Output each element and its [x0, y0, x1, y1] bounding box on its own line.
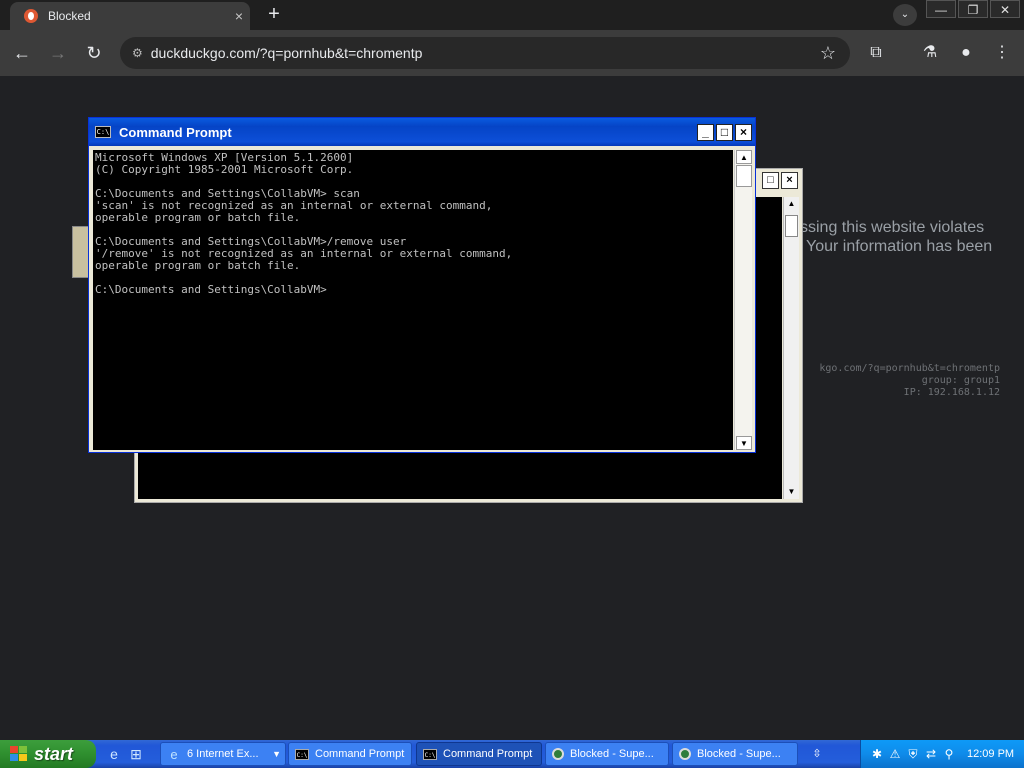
network-tray-icon[interactable]: ⇄: [923, 746, 939, 762]
address-bar[interactable]: ⚙ duckduckgo.com/?q=pornhub&t=chromentp …: [120, 37, 850, 69]
taskbar-button-label: Command Prompt: [443, 748, 533, 760]
tab-blocked[interactable]: Blocked ×: [10, 2, 250, 30]
cmd-scroll-up[interactable]: ▲: [736, 150, 752, 164]
bg-scroll-up[interactable]: ▲: [784, 197, 799, 211]
start-button[interactable]: start: [0, 740, 96, 768]
restore-button[interactable]: ❐: [958, 0, 988, 18]
profile-icon[interactable]: ●: [954, 42, 978, 66]
taskbar-button-label: Blocked - Supe...: [570, 748, 654, 760]
bg-scroll-thumb[interactable]: [785, 215, 798, 237]
quick-launch: e ⊞: [104, 744, 148, 764]
windows-logo-icon: [10, 746, 28, 762]
console-line: operable program or batch file.: [95, 211, 301, 224]
taskbar-button-chrome-2[interactable]: Blocked - Supe...: [672, 742, 798, 766]
cmd-icon: C:\: [423, 748, 437, 760]
blocked-meta: kgo.com/?q=pornhub&t=chromentp group: gr…: [819, 363, 1000, 399]
tab-search-button[interactable]: ⌄: [893, 4, 917, 26]
taskbar-button-cmd-1[interactable]: C:\ Command Prompt: [288, 742, 412, 766]
bookmark-star-icon[interactable]: ☆: [820, 43, 836, 64]
url-text[interactable]: duckduckgo.com/?q=pornhub&t=chromentp: [151, 45, 820, 61]
cmd-icon: C:\: [295, 748, 309, 760]
cmd-window-controls: _ □ ×: [695, 123, 752, 141]
tab-title: Blocked: [48, 9, 91, 23]
meta-ip: IP: 192.168.1.12: [903, 387, 1000, 398]
desktop-quicklaunch-icon[interactable]: ⊞: [126, 744, 146, 764]
ie-quicklaunch-icon[interactable]: e: [104, 744, 124, 764]
taskbar-button-label: 6 Internet Ex...: [187, 748, 259, 760]
cmd-scrollbar[interactable]: ▲ ▼: [734, 150, 752, 450]
reload-button[interactable]: ↻: [82, 42, 106, 66]
close-window-button[interactable]: ✕: [990, 0, 1020, 18]
console-prompt-line: C:\Documents and Settings\CollabVM>: [95, 283, 327, 296]
clock[interactable]: 12:09 PM: [967, 748, 1014, 760]
console-line: operable program or batch file.: [95, 259, 301, 272]
tab-close-icon[interactable]: ×: [228, 8, 250, 24]
chrome-icon: [679, 748, 691, 760]
window-title: Command Prompt: [119, 124, 232, 140]
search-tray-icon[interactable]: ⚲: [941, 746, 957, 762]
group-dropdown-icon: ▼: [272, 749, 281, 759]
console-line: (C) Copyright 1985-2001 Microsoft Corp.: [95, 163, 354, 176]
taskbar-button-ie-group[interactable]: e 6 Internet Ex... ▼: [160, 742, 286, 766]
taskbar-button-chrome-1[interactable]: Blocked - Supe...: [545, 742, 669, 766]
meta-url: kgo.com/?q=pornhub&t=chromentp: [819, 363, 1000, 374]
meta-group: group: group1: [921, 375, 1000, 386]
background-scrollbar[interactable]: ▲ ▼: [783, 197, 799, 499]
site-info-icon[interactable]: ⚙: [132, 46, 143, 60]
browser-tabstrip: Blocked × + ⌄ — ❐ ✕: [0, 0, 1024, 30]
blocked-message: ssing this website violates Your informa…: [800, 218, 992, 256]
tray-icon[interactable]: ✱: [869, 746, 885, 762]
taskbar-button-label: Blocked - Supe...: [697, 748, 781, 760]
back-button[interactable]: ←: [10, 42, 34, 66]
cmd-close-button[interactable]: ×: [735, 123, 752, 141]
cmd-scroll-down[interactable]: ▼: [736, 436, 752, 450]
blocked-line-1: ssing this website violates: [800, 219, 985, 236]
cmd-minimize-button[interactable]: _: [697, 123, 714, 141]
minimize-button[interactable]: —: [926, 0, 956, 18]
labs-icon[interactable]: ⚗: [918, 42, 942, 66]
duckduckgo-favicon-icon: [24, 9, 38, 23]
taskbar-button-cmd-2[interactable]: C:\ Command Prompt: [416, 742, 542, 766]
warning-tray-icon[interactable]: ⚠: [887, 746, 903, 762]
cmd-scroll-thumb[interactable]: [736, 165, 752, 187]
cmd-icon: C:\: [95, 126, 111, 138]
extensions-icon[interactable]: ⧉: [864, 42, 888, 66]
security-shield-icon[interactable]: ⛨: [905, 746, 921, 762]
system-tray: ✱ ⚠ ⛨ ⇄ ⚲ 12:09 PM: [860, 740, 1024, 768]
command-prompt-titlebar[interactable]: C:\ Command Prompt _ □ ×: [89, 118, 755, 146]
start-label: start: [34, 743, 74, 764]
ie-icon: e: [170, 746, 178, 762]
menu-icon[interactable]: ⋮: [990, 42, 1014, 66]
window-controls: — ❐ ✕: [924, 0, 1020, 18]
chrome-icon: [552, 748, 564, 760]
background-window-controls: □ ×: [760, 172, 798, 189]
taskbar-button-label: Command Prompt: [315, 748, 405, 760]
bg-maximize-button[interactable]: □: [762, 172, 779, 189]
command-prompt-window[interactable]: C:\ Command Prompt _ □ × Microsoft Windo…: [88, 117, 756, 453]
taskbar-overflow-icon[interactable]: ⇳: [810, 744, 824, 764]
xp-taskbar: start e ⊞ e 6 Internet Ex... ▼ C:\ Comma…: [0, 740, 1024, 768]
browser-toolbar: ← → ↻ ⚙ duckduckgo.com/?q=pornhub&t=chro…: [0, 30, 1024, 76]
bg-scroll-down[interactable]: ▼: [784, 485, 799, 499]
blocked-line-2: Your information has been: [806, 238, 993, 255]
new-tab-button[interactable]: +: [262, 4, 286, 26]
forward-button[interactable]: →: [46, 42, 70, 66]
bg-close-button[interactable]: ×: [781, 172, 798, 189]
console-output[interactable]: Microsoft Windows XP [Version 5.1.2600] …: [93, 150, 733, 450]
cmd-maximize-button[interactable]: □: [716, 123, 733, 141]
